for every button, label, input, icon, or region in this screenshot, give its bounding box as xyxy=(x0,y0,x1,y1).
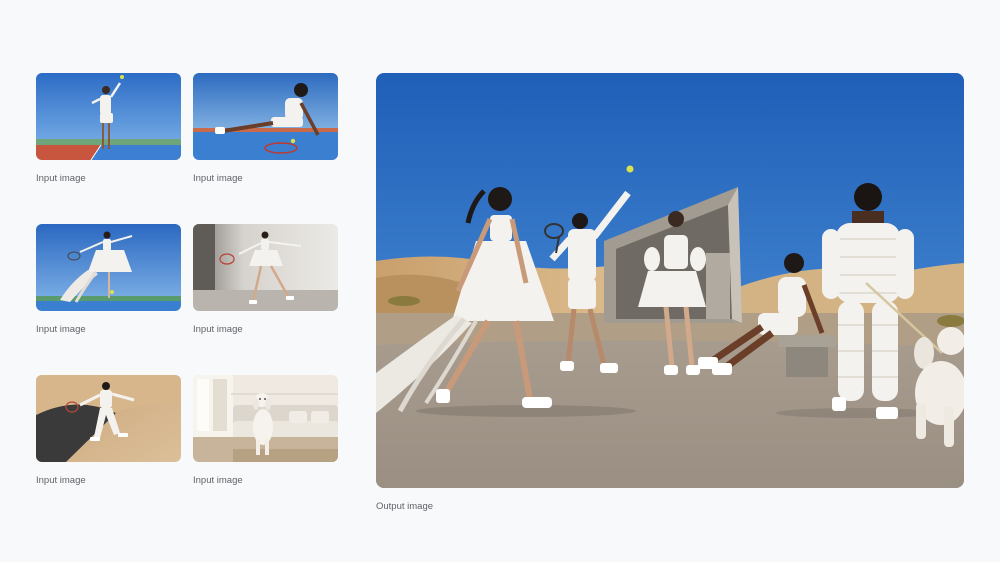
ribbon-dress-photo xyxy=(36,224,181,311)
input-image-5[interactable] xyxy=(36,375,181,462)
output-image[interactable] xyxy=(376,73,964,488)
input-image-2[interactable] xyxy=(193,73,338,160)
tennis-serve-photo xyxy=(36,73,181,160)
input-caption-6: Input image xyxy=(193,475,243,486)
input-image-6[interactable] xyxy=(193,375,338,462)
seated-player-photo xyxy=(193,73,338,160)
input-caption-4: Input image xyxy=(193,324,243,335)
desert-tennis-composite xyxy=(376,73,964,488)
input-caption-1: Input image xyxy=(36,173,86,184)
input-image-1[interactable] xyxy=(36,73,181,160)
poodle-room-photo xyxy=(193,375,338,462)
output-caption: Output image xyxy=(376,501,434,512)
input-caption-5: Input image xyxy=(36,475,86,486)
input-image-4[interactable] xyxy=(193,224,338,311)
sand-dune-photo xyxy=(36,375,181,462)
input-image-3[interactable] xyxy=(36,224,181,311)
input-caption-2: Input image xyxy=(193,173,243,184)
input-caption-3: Input image xyxy=(36,324,86,335)
studio-player-photo xyxy=(193,224,338,311)
